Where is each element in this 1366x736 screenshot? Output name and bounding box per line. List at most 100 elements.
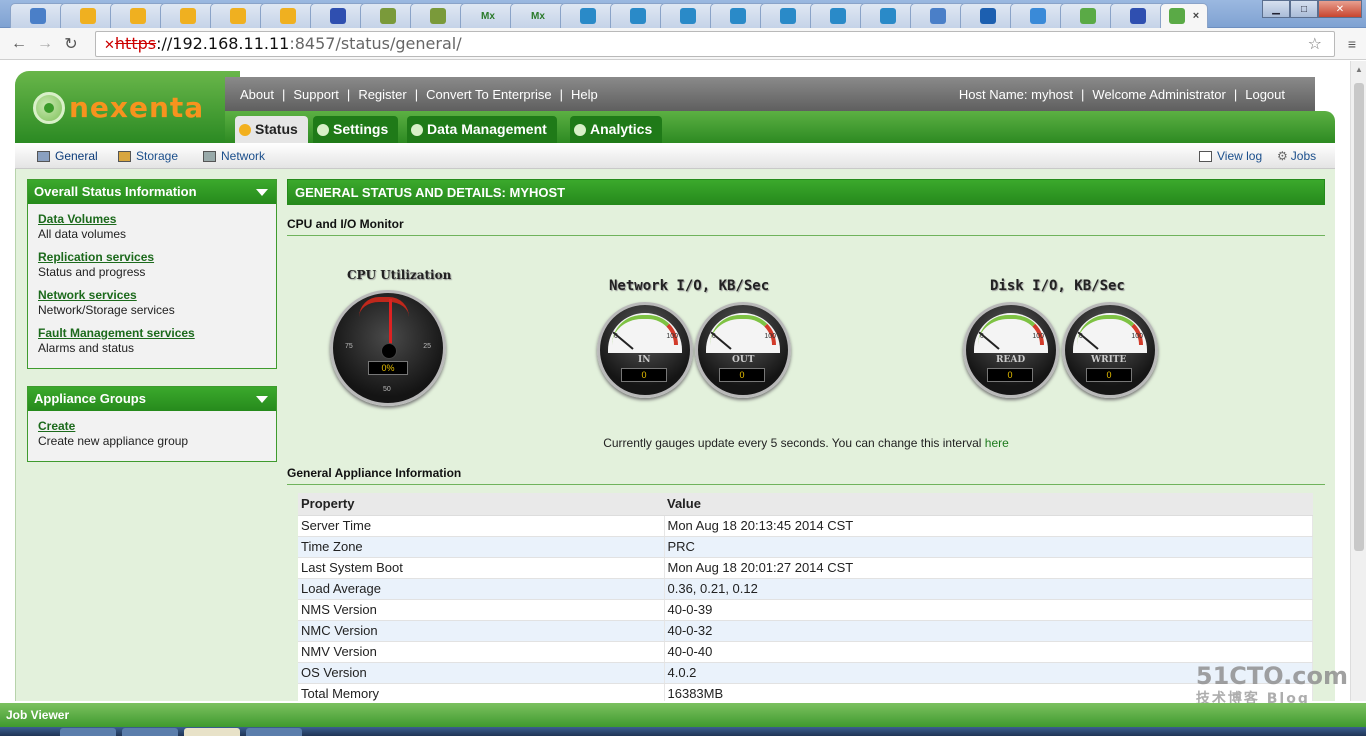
taskbar-item[interactable] (122, 728, 178, 736)
user-links: Host Name: myhost | Welcome Administrator |… (958, 87, 1285, 102)
browser-toolbar: ← → ↻ ✕https://192.168.11.11:8457/status… (0, 28, 1366, 60)
tab-analytics-label: Analytics (590, 121, 653, 137)
browser-tab[interactable] (860, 3, 916, 28)
reload-button[interactable]: ↻ (58, 34, 84, 54)
tab-status-label: Status (255, 121, 298, 137)
active-browser-tab[interactable]: × (1160, 3, 1208, 28)
table-row: Load Average 0.36, 0.21, 0.12 (298, 578, 1313, 600)
scroll-up-icon[interactable]: ▲ (1355, 65, 1363, 74)
convert-enterprise-link[interactable]: Convert To Enterprise (426, 87, 552, 102)
replication-services-link[interactable]: Replication services (38, 250, 266, 264)
table-row: Time Zone PRC (298, 536, 1313, 558)
content-panel: GENERAL STATUS AND DETAILS: MYHOST CPU a… (287, 179, 1325, 701)
browser-tab[interactable] (1010, 3, 1066, 28)
data-volumes-link[interactable]: Data Volumes (38, 212, 266, 226)
property-cell: Time Zone (298, 536, 665, 558)
minimize-button[interactable]: ▁ (1262, 0, 1290, 18)
browser-tab[interactable] (60, 3, 116, 28)
address-bar[interactable]: ✕https://192.168.11.11:8457/status/gener… (95, 31, 1335, 57)
subnav-network-label: Network (221, 149, 266, 163)
appliance-groups-header[interactable]: Appliance Groups (28, 387, 276, 411)
url-scheme: https (114, 34, 157, 53)
collapse-triangle-icon[interactable] (256, 396, 268, 403)
nexenta-logo[interactable]: nexenta (33, 91, 204, 124)
tab-analytics[interactable]: Analytics (570, 116, 663, 143)
property-cell: Last System Boot (298, 557, 665, 579)
browser-tab[interactable] (260, 3, 316, 28)
job-viewer-bar[interactable]: Job Viewer (0, 703, 1366, 727)
fault-management-link[interactable]: Fault Management services (38, 326, 266, 340)
browser-tab[interactable] (710, 3, 766, 28)
top-links: About | Support | Register | Convert To Enterp… (240, 87, 598, 102)
tab-status[interactable]: Status (235, 116, 308, 143)
browser-tab[interactable] (310, 3, 366, 28)
top-link-bar: About | Support | Register | Convert To Enterp… (225, 77, 1315, 111)
browser-tab[interactable] (910, 3, 966, 28)
close-window-button[interactable]: ✕ (1318, 0, 1362, 18)
value-cell: 0.36, 0.21, 0.12 (664, 578, 1313, 600)
network-services-link[interactable]: Network services (38, 288, 266, 302)
taskbar-item[interactable] (246, 728, 302, 736)
overall-status-body: Data Volumes All data volumes Replication… (28, 204, 276, 368)
cpu-needle (389, 299, 392, 347)
forward-button[interactable]: → (32, 35, 58, 53)
browser-tab[interactable] (360, 3, 416, 28)
support-link[interactable]: Support (293, 87, 339, 102)
browser-tab[interactable] (960, 3, 1016, 28)
browser-tab[interactable] (810, 3, 866, 28)
smiley-icon (80, 8, 96, 24)
jobs-link[interactable]: ⚙ Jobs (1277, 149, 1316, 163)
browser-tab[interactable] (560, 3, 616, 28)
browser-tab[interactable] (1060, 3, 1116, 28)
browser-tab[interactable] (410, 3, 466, 28)
data-management-tab-icon (411, 124, 423, 136)
smiley-icon (230, 8, 246, 24)
subnav-network[interactable]: Network (203, 149, 265, 163)
gauge-caption-write: WRITE (1091, 355, 1127, 365)
back-button[interactable]: ← (6, 35, 32, 53)
view-log-link[interactable]: View log (1199, 149, 1262, 163)
tab-data-management[interactable]: Data Management (407, 116, 557, 143)
browser-tab[interactable]: Mx (460, 3, 516, 28)
logout-link[interactable]: Logout (1245, 87, 1285, 102)
jobs-label: Jobs (1290, 149, 1317, 163)
page-scrollbar[interactable]: ▲ (1350, 61, 1366, 701)
help-link[interactable]: Help (571, 87, 598, 102)
about-link[interactable]: About (240, 87, 274, 102)
nexenta-icon (1080, 8, 1096, 24)
browser-tab[interactable] (1110, 3, 1166, 28)
value-cell: 40-0-32 (664, 620, 1313, 642)
browser-tab[interactable] (10, 3, 66, 28)
overall-status-header[interactable]: Overall Status Information (28, 180, 276, 204)
paw-icon (330, 8, 346, 24)
subnav-storage[interactable]: Storage (118, 149, 178, 163)
change-interval-link[interactable]: here (985, 436, 1009, 450)
tab-settings[interactable]: Settings (313, 116, 399, 143)
browser-tab[interactable] (110, 3, 166, 28)
scrollbar-thumb[interactable] (1354, 83, 1364, 551)
gauges-area: CPU Utilization 75 25 50 0% Network I/O,… (287, 236, 1325, 436)
overall-status-panel: Overall Status Information Data Volumes A… (27, 179, 277, 369)
browser-tab[interactable] (660, 3, 716, 28)
browser-tab[interactable] (760, 3, 816, 28)
home-icon (980, 8, 996, 24)
close-tab-icon[interactable]: × (1193, 10, 1199, 22)
maximize-button[interactable]: □ (1290, 0, 1318, 18)
value-cell: PRC (664, 536, 1313, 558)
paw-icon (1130, 8, 1146, 24)
bookmark-star-icon[interactable]: ☆ (1308, 32, 1322, 56)
taskbar-item[interactable] (60, 728, 116, 736)
browser-tab[interactable]: Mx (510, 3, 566, 28)
browser-tab[interactable] (160, 3, 216, 28)
taskbar-item[interactable] (184, 728, 240, 736)
browser-tab[interactable] (610, 3, 666, 28)
create-group-link[interactable]: Create (38, 419, 266, 433)
play-icon (680, 8, 696, 24)
collapse-triangle-icon[interactable] (256, 189, 268, 196)
register-link[interactable]: Register (358, 87, 406, 102)
browser-tab[interactable] (210, 3, 266, 28)
browser-menu-icon[interactable]: ≡ (1348, 36, 1356, 52)
cpu-tick-75: 75 (345, 343, 353, 350)
cpu-gauge: 75 25 50 0% (330, 290, 446, 406)
subnav-general[interactable]: General (37, 149, 98, 163)
